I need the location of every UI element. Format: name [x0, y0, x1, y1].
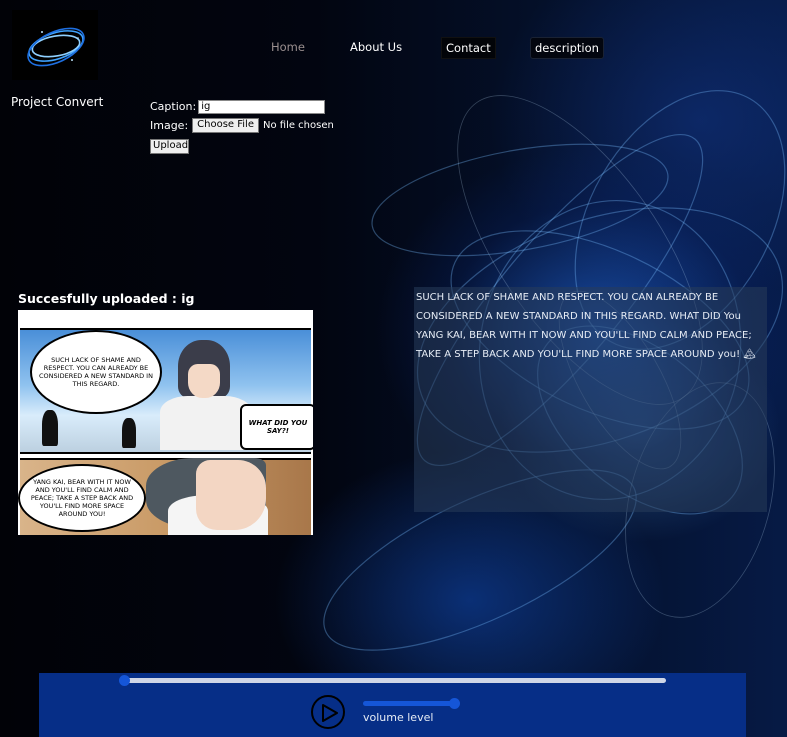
success-message: Succesfully uploaded : ig [18, 291, 195, 306]
volume-slider[interactable] [363, 701, 455, 706]
file-status-text: No file chosen [263, 120, 334, 131]
upload-form: Caption: Image: Choose File No file chos… [150, 97, 334, 154]
audio-player: volume level [39, 673, 746, 737]
image-label: Image: [150, 119, 189, 132]
choose-file-button[interactable]: Choose File [192, 118, 259, 133]
volume-label: volume level [363, 711, 434, 724]
description-text-box: SUCH LACK OF SHAME AND RESPECT. YOU CAN … [414, 287, 767, 512]
site-name: Project Convert [11, 95, 104, 109]
comic-character-face [188, 364, 220, 398]
caption-label: Caption: [150, 100, 197, 113]
nav-contact-link[interactable]: Contact [441, 37, 496, 59]
speech-bubble: YANG KAI, BEAR WITH IT NOW AND YOU'LL FI… [18, 464, 146, 532]
speech-bubble: SUCH LACK OF SHAME AND RESPECT. YOU CAN … [30, 330, 162, 414]
comic-silhouette [42, 410, 58, 446]
nav-home-link[interactable]: Home [267, 37, 309, 57]
nav-description-link[interactable]: description [530, 37, 604, 59]
main-nav: Home About Us Contact description [0, 37, 787, 59]
comic-silhouette [122, 418, 136, 448]
uploaded-comic-image: SUCH LACK OF SHAME AND RESPECT. YOU CAN … [18, 310, 313, 535]
speech-bubble: WHAT DID YOU SAY?! [240, 404, 313, 450]
comic-character-body [160, 396, 252, 450]
upload-button[interactable]: Upload [150, 139, 189, 154]
seek-thumb[interactable] [119, 675, 130, 686]
nav-about-us-link[interactable]: About Us [346, 37, 406, 57]
play-button[interactable] [311, 695, 345, 729]
volume-thumb[interactable] [449, 698, 460, 709]
comic-character-face [196, 460, 266, 530]
caption-input[interactable] [198, 99, 326, 114]
seek-bar[interactable] [123, 678, 666, 683]
play-icon [322, 704, 338, 722]
